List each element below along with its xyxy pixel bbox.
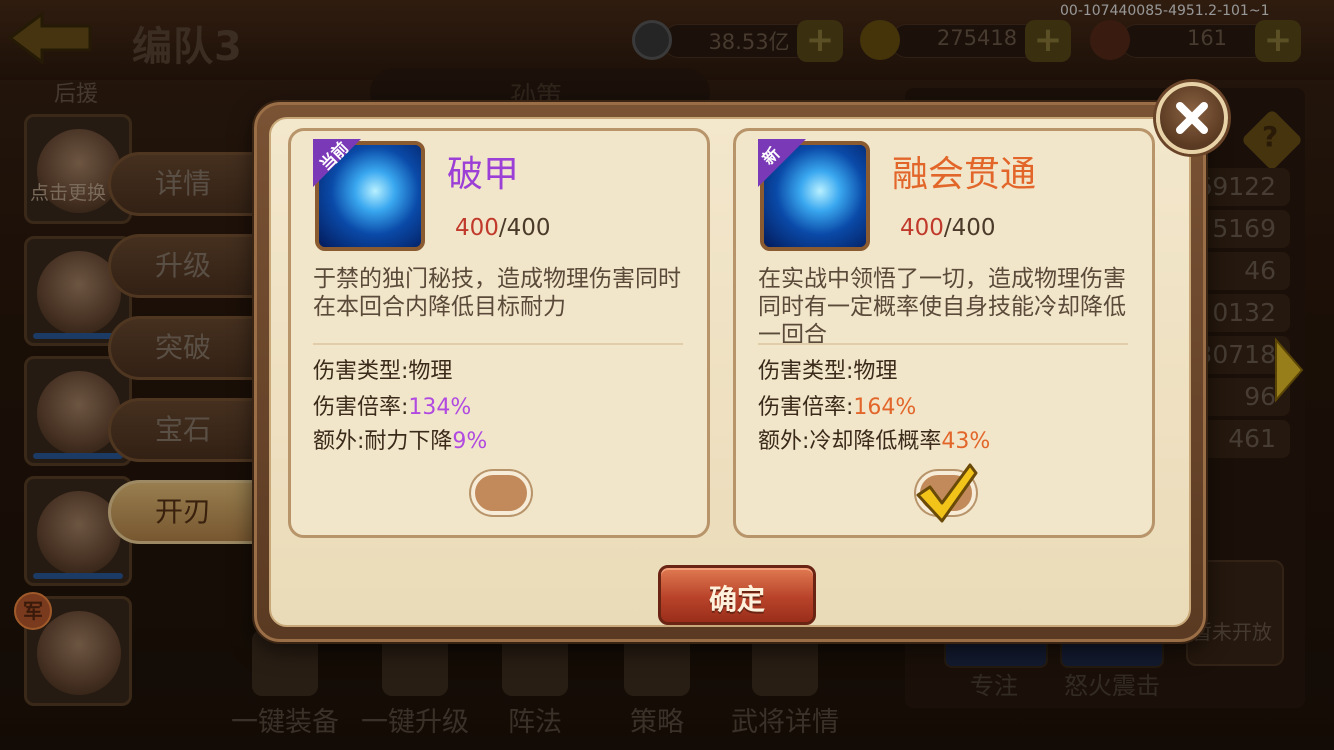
damage-type: 伤害类型:物理 [758,359,898,384]
divider [313,343,683,345]
skill-card-current[interactable]: 当前 破甲 400/400 于禁的独门秘技，造成物理伤害同时在本回合内降低目标耐… [288,128,710,538]
skill-name: 融会贯通 [892,154,1037,195]
skill-progress: 400/400 [900,215,996,241]
close-button[interactable] [1156,82,1228,154]
damage-type: 伤害类型:物理 [313,359,453,384]
skill-card-new[interactable]: 新 融会贯通 400/400 在实战中领悟了一切，造成物理伤害同时有一定概率使自… [733,128,1155,538]
select-toggle[interactable] [471,471,531,515]
damage-rate: 伤害倍率:134% [313,395,472,420]
extra-effect: 额外:耐力下降9% [313,429,488,454]
checkmark-icon [916,463,978,523]
skill-description: 在实战中领悟了一切，造成物理伤害同时有一定概率使自身技能冷却降低一回合 [758,266,1126,348]
skill-name: 破甲 [447,154,520,195]
confirm-button[interactable]: 确定 [658,565,816,625]
damage-rate: 伤害倍率:164% [758,395,917,420]
skill-description: 于禁的独门秘技，造成物理伤害同时在本回合内降低目标耐力 [313,266,681,320]
army-badge: 军 [14,592,52,630]
click-to-change-hint: 点击更换 [30,182,107,204]
extra-effect: 额外:冷却降低概率43% [758,429,991,454]
new-tag: 新 [758,139,806,187]
close-icon [1176,102,1208,134]
current-tag: 当前 [313,139,361,187]
divider [758,343,1128,345]
skill-progress: 400/400 [455,215,551,241]
